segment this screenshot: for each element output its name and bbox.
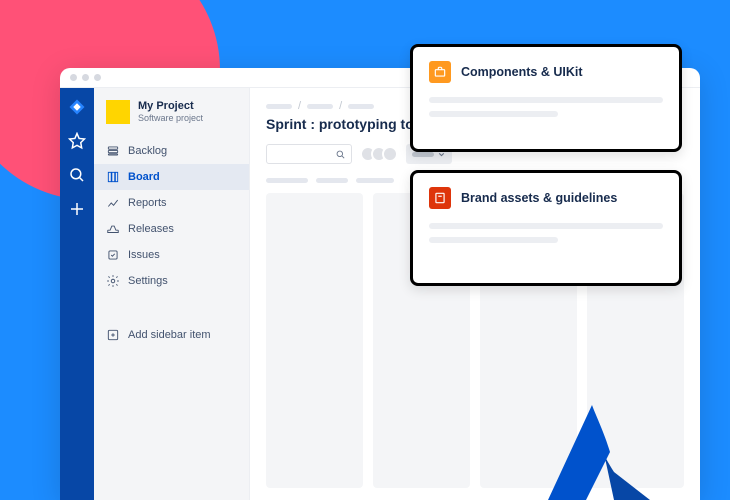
atlassian-logo-icon [540, 380, 670, 500]
sidebar-item-settings[interactable]: Settings [94, 268, 249, 294]
document-icon [429, 187, 451, 209]
sidebar-item-label: Releases [128, 223, 174, 235]
meta-placeholder [266, 178, 308, 183]
floating-card-components[interactable]: Components & UIKit [410, 44, 682, 152]
card-title: Components & UIKit [461, 65, 583, 79]
sidebar-item-label: Issues [128, 249, 160, 261]
breadcrumb-placeholder[interactable] [266, 104, 292, 109]
sidebar-nav-list: Backlog Board Reports Releases Issues [94, 138, 249, 294]
breadcrumb-placeholder[interactable] [348, 104, 374, 109]
reports-icon [106, 196, 120, 210]
card-content-placeholder [429, 237, 558, 243]
sidebar-item-reports[interactable]: Reports [94, 190, 249, 216]
board-column[interactable] [266, 193, 363, 488]
avatar[interactable] [382, 146, 398, 162]
global-nav-rail [60, 88, 94, 500]
briefcase-icon [429, 61, 451, 83]
window-dot [70, 74, 77, 81]
card-content-placeholder [429, 223, 663, 229]
sidebar-item-issues[interactable]: Issues [94, 242, 249, 268]
releases-icon [106, 222, 120, 236]
card-header: Brand assets & guidelines [429, 187, 663, 209]
search-input[interactable] [266, 144, 352, 164]
sidebar-item-label: Board [128, 171, 160, 183]
project-avatar [106, 100, 130, 124]
star-icon[interactable] [68, 132, 86, 150]
project-type-label: Software project [138, 113, 203, 123]
card-header: Components & UIKit [429, 61, 663, 83]
plus-icon[interactable] [68, 200, 86, 218]
filter-placeholder [412, 152, 434, 157]
meta-placeholder [356, 178, 394, 183]
search-icon[interactable] [68, 166, 86, 184]
breadcrumb-separator: / [339, 100, 342, 112]
breadcrumb-separator: / [298, 100, 301, 112]
backlog-icon [106, 144, 120, 158]
sidebar-item-board[interactable]: Board [94, 164, 249, 190]
project-name: My Project [138, 100, 203, 113]
project-sidebar: My Project Software project Backlog Boar… [94, 88, 250, 500]
card-title: Brand assets & guidelines [461, 191, 617, 205]
breadcrumb-placeholder[interactable] [307, 104, 333, 109]
assignee-avatar-group[interactable] [360, 146, 398, 162]
gear-icon [106, 274, 120, 288]
product-logo-icon[interactable] [68, 98, 86, 116]
window-dot [82, 74, 89, 81]
meta-placeholder [316, 178, 348, 183]
window-dot [94, 74, 101, 81]
sidebar-item-label: Backlog [128, 145, 167, 157]
card-content-placeholder [429, 111, 558, 117]
add-sidebar-item-button[interactable]: Add sidebar item [94, 322, 249, 348]
issues-icon [106, 248, 120, 262]
add-sidebar-label: Add sidebar item [128, 329, 211, 341]
floating-card-brand[interactable]: Brand assets & guidelines [410, 170, 682, 286]
board-icon [106, 170, 120, 184]
sidebar-item-label: Reports [128, 197, 167, 209]
card-content-placeholder [429, 97, 663, 103]
project-header[interactable]: My Project Software project [94, 100, 249, 138]
sidebar-item-releases[interactable]: Releases [94, 216, 249, 242]
sidebar-item-backlog[interactable]: Backlog [94, 138, 249, 164]
add-icon [106, 328, 120, 342]
sidebar-item-label: Settings [128, 275, 168, 287]
